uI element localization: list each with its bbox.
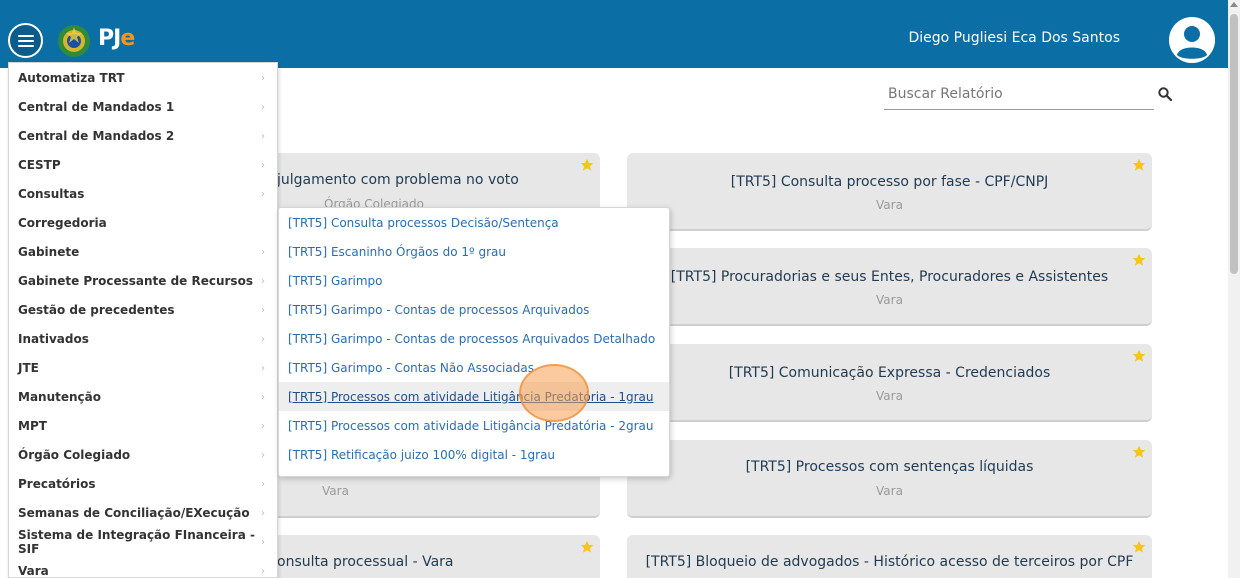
star-icon[interactable] <box>580 540 594 554</box>
star-icon[interactable] <box>580 158 594 172</box>
scroll-up-arrow-icon[interactable] <box>1230 2 1238 7</box>
search-field[interactable] <box>884 80 1154 110</box>
report-card-title: [TRT5] Consulta processo por fase - CPF/… <box>730 174 1049 190</box>
menu-item-vara[interactable]: Vara › <box>9 556 277 578</box>
chevron-right-icon: › <box>261 334 265 345</box>
report-card-title: [TRT5] Comunicação Expressa - Credenciad… <box>728 365 1051 381</box>
menu-item-label: Vara <box>18 563 49 578</box>
search-icon[interactable] <box>1158 87 1172 101</box>
report-card-title: [TRT5] Processos com sentenças líquidas <box>745 459 1034 475</box>
submenu-item[interactable]: [TRT5] Consulta processos Decisão/Senten… <box>279 208 669 237</box>
report-card[interactable]: [TRT5] Consulta processo por fase - CPF/… <box>627 153 1152 231</box>
chevron-right-icon: › <box>261 189 265 200</box>
menu-item-label: Sistema de Integração FInanceira - SIF <box>18 527 255 556</box>
chevron-right-icon: › <box>261 421 265 432</box>
menu-item-central-de-mandados-1[interactable]: Central de Mandados 1 › <box>9 92 277 121</box>
menu-item-label: CESTP <box>18 157 61 172</box>
menu-item-gestao-de-precedentes[interactable]: Gestão de precedentes › <box>9 295 277 324</box>
user-name[interactable]: Diego Pugliesi Eca Dos Santos <box>908 30 1120 46</box>
star-icon[interactable] <box>1132 158 1146 172</box>
scroll-thumb[interactable] <box>1230 14 1238 274</box>
submenu-item[interactable]: [TRT5] Garimpo - Contas Não Associadas <box>279 353 669 382</box>
hamburger-menu-icon[interactable] <box>8 23 43 58</box>
report-card[interactable]: [TRT5] Processos com sentenças líquidas … <box>627 440 1152 518</box>
chevron-right-icon: › <box>261 537 265 548</box>
report-card-title: [TRT5] Bloqueio de advogados - Histórico… <box>645 554 1134 570</box>
menu-item-label: Gabinete Processante de Recursos <box>18 273 253 288</box>
menu-item-label: Central de Mandados 1 <box>18 99 175 114</box>
report-card-subtitle: Vara <box>876 389 903 403</box>
user-avatar-icon[interactable] <box>1169 17 1215 63</box>
menu-item-label: Precatórios <box>18 476 96 491</box>
submenu-item[interactable]: [TRT5] Retificação juizo 100% digital - … <box>279 440 669 469</box>
top-bar: PJe Diego Pugliesi Eca Dos Santos <box>0 0 1228 68</box>
coat-of-arms-logo <box>58 25 90 57</box>
report-card-title: [TRT5] Procuradorias e seus Entes, Procu… <box>670 269 1109 285</box>
menu-item-precatorios[interactable]: Precatórios › <box>9 469 277 498</box>
chevron-right-icon: › <box>261 160 265 171</box>
menu-item-label: Gestão de precedentes <box>18 302 175 317</box>
page-scrollbar[interactable] <box>1228 0 1240 578</box>
menu-item-label: Central de Mandados 2 <box>18 128 175 143</box>
star-icon[interactable] <box>1132 445 1146 459</box>
report-card[interactable]: [TRT5] Bloqueio de advogados - Histórico… <box>627 535 1152 578</box>
submenu-item[interactable]: [TRT5] Garimpo - Contas de processos Arq… <box>279 295 669 324</box>
report-card-subtitle: Vara <box>876 293 903 307</box>
star-icon[interactable] <box>1132 540 1146 554</box>
report-card[interactable]: [TRT5] Comunicação Expressa - Credenciad… <box>627 344 1152 422</box>
submenu-item[interactable]: [TRT5] Escaninho Órgãos do 1º grau <box>279 237 669 266</box>
menu-item-label: Inativados <box>18 331 89 346</box>
chevron-right-icon: › <box>261 450 265 461</box>
menu-item-label: Gabinete <box>18 244 80 259</box>
menu-item-cestp[interactable]: CESTP › <box>9 150 277 179</box>
menu-item-sif[interactable]: Sistema de Integração FInanceira - SIF › <box>9 527 277 556</box>
menu-item-label: Corregedoria <box>18 215 107 230</box>
menu-item-corregedoria[interactable]: Corregedoria <box>9 208 277 237</box>
app-logo[interactable]: PJe <box>98 26 135 51</box>
menu-item-label: Automatiza TRT <box>18 70 125 85</box>
report-card-subtitle: Vara <box>876 484 903 498</box>
menu-item-jte[interactable]: JTE › <box>9 353 277 382</box>
chevron-right-icon: › <box>261 276 265 287</box>
menu-item-label: Órgão Colegiado <box>18 447 131 462</box>
chevron-right-icon: › <box>261 566 265 577</box>
main-menu: Automatiza TRT › Central de Mandados 1 › C… <box>8 62 278 578</box>
menu-item-manutencao[interactable]: Manutenção › <box>9 382 277 411</box>
consultas-submenu: [TRT5] Consulta processos Decisão/Senten… <box>278 207 670 477</box>
search-input[interactable] <box>884 80 1124 108</box>
menu-item-label: Semanas de Conciliação/EXecução <box>18 505 250 520</box>
menu-item-consultas[interactable]: Consultas › <box>9 179 277 208</box>
submenu-item[interactable]: [TRT5] Processos com atividade Litigânci… <box>279 411 669 440</box>
chevron-right-icon: › <box>261 479 265 490</box>
chevron-right-icon: › <box>261 131 265 142</box>
menu-item-semanas-de-conciliacao[interactable]: Semanas de Conciliação/EXecução › <box>9 498 277 527</box>
menu-item-mpt[interactable]: MPT › <box>9 411 277 440</box>
menu-item-label: Consultas <box>18 186 85 201</box>
star-icon[interactable] <box>1132 349 1146 363</box>
chevron-right-icon: › <box>261 247 265 258</box>
star-icon[interactable] <box>1132 253 1146 267</box>
submenu-item-hovered[interactable]: [TRT5] Processos com atividade Litigânci… <box>279 382 669 411</box>
menu-item-automatiza-trt[interactable]: Automatiza TRT › <box>9 63 277 92</box>
chevron-right-icon: › <box>261 305 265 316</box>
menu-item-orgao-colegiado[interactable]: Órgão Colegiado › <box>9 440 277 469</box>
chevron-right-icon: › <box>261 102 265 113</box>
menu-item-gabinete[interactable]: Gabinete › <box>9 237 277 266</box>
chevron-right-icon: › <box>261 73 265 84</box>
chevron-right-icon: › <box>261 508 265 519</box>
menu-item-gabinete-processante[interactable]: Gabinete Processante de Recursos › <box>9 266 277 295</box>
report-card[interactable]: [TRT5] Procuradorias e seus Entes, Procu… <box>627 248 1152 326</box>
menu-item-central-de-mandados-2[interactable]: Central de Mandados 2 › <box>9 121 277 150</box>
menu-item-label: MPT <box>18 418 47 433</box>
submenu-item[interactable]: [TRT5] Garimpo - Contas de processos Arq… <box>279 324 669 353</box>
report-card-subtitle: Vara <box>876 198 903 212</box>
chevron-right-icon: › <box>261 392 265 403</box>
chevron-right-icon: › <box>261 363 265 374</box>
menu-item-label: Manutenção <box>18 389 101 404</box>
submenu-item[interactable]: [TRT5] Garimpo <box>279 266 669 295</box>
menu-item-inativados[interactable]: Inativados › <box>9 324 277 353</box>
menu-item-label: JTE <box>18 360 39 375</box>
